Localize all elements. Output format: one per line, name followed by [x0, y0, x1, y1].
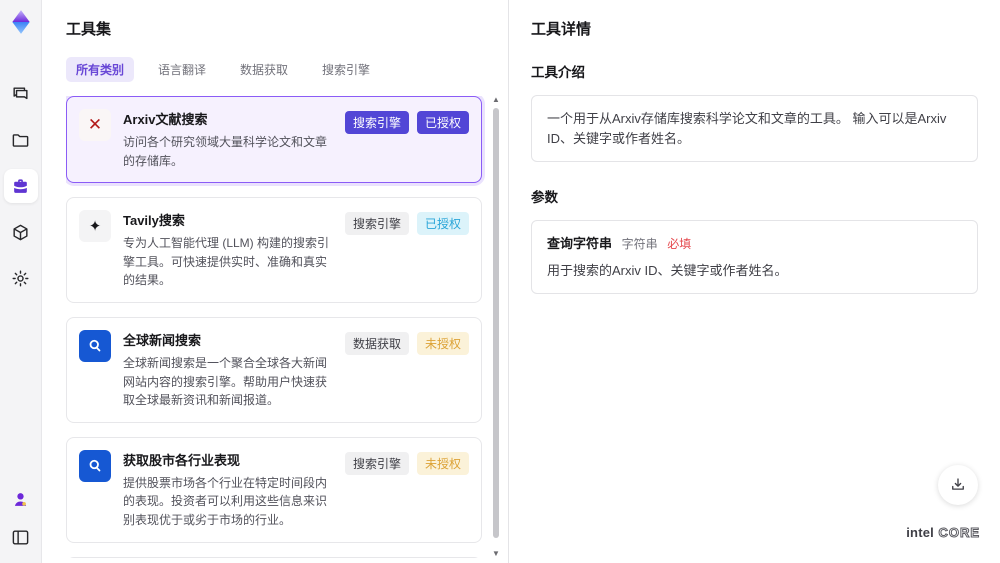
brand-core: CORE — [938, 525, 980, 540]
sidebar-item-settings[interactable] — [4, 261, 38, 295]
tool-card-tavily[interactable]: ✦ Tavily搜索 专为人工智能代理 (LLM) 构建的搜索引擎工具。可快速提… — [66, 197, 482, 303]
tab-all-categories[interactable]: 所有类别 — [66, 57, 135, 82]
sidebar-item-files[interactable] — [4, 123, 38, 157]
sidebar-item-tools[interactable] — [3, 169, 38, 203]
sidebar-item-chat[interactable] — [4, 77, 38, 111]
download-button[interactable] — [938, 465, 978, 505]
category-badge: 搜索引擎 — [344, 451, 409, 475]
tool-description: 专为人工智能代理 (LLM) 构建的搜索引擎工具。可快速提供实时、准确和真实的结… — [123, 236, 330, 288]
category-badge: 搜索引擎 — [344, 212, 409, 236]
tool-description: 全球新闻搜索是一个聚合全球各大新闻网站内容的搜索引擎。帮助用户快速获取全球最新资… — [123, 355, 328, 408]
tab-search-engine[interactable]: 搜索引擎 — [312, 57, 380, 82]
toolbox-icon — [14, 178, 27, 193]
intro-heading: 工具介绍 — [531, 65, 585, 80]
app-logo-icon — [11, 10, 30, 34]
intro-box: 一个用于从Arxiv存储库搜索科学论文和文章的工具。 输入可以是Arxiv ID… — [531, 95, 978, 162]
tool-card-active-stocks[interactable]: 获取市场最活跃股票信息 提供当天交易量最高的股票列表，投资者可以利用这些信息来识… — [66, 556, 482, 558]
news-search-icon — [79, 329, 111, 362]
tool-name: Arxiv文献搜索 — [123, 112, 208, 127]
user-avatar[interactable] — [4, 482, 38, 516]
tool-detail-panel: 工具详情 工具介绍 一个用于从Arxiv存储库搜索科学论文和文章的工具。 输入可… — [508, 0, 1000, 563]
tab-data-fetch[interactable]: 数据获取 — [230, 57, 298, 82]
tool-name: 获取股市各行业表现 — [123, 452, 241, 468]
panel-toggle-icon — [12, 529, 29, 545]
page-title: 工具集 — [66, 21, 112, 38]
tool-name: 全球新闻搜索 — [123, 332, 202, 348]
gear-icon — [12, 270, 29, 286]
brand-intel: intel — [906, 525, 934, 540]
folder-icon — [12, 133, 29, 147]
download-icon — [952, 478, 964, 490]
tool-list-panel: 工具集 所有类别 语言翻译 数据获取 搜索引擎 ✕ Arxiv文献搜索 访问各个… — [42, 0, 508, 563]
scroll-down-icon[interactable]: ▼ — [492, 550, 500, 558]
param-box: 查询字符串 字符串 必填 用于搜索的Arxiv ID、关键字或作者姓名。 — [531, 220, 978, 294]
tool-list: ✕ Arxiv文献搜索 访问各个研究领域大量科学论文和文章的存储库。 搜索引擎 … — [66, 96, 508, 558]
param-name: 查询字符串 — [547, 236, 613, 251]
tool-card-sector-performance[interactable]: 获取股市各行业表现 提供股票市场各个行业在特定时间段内的表现。投资者可以利用这些… — [66, 436, 482, 543]
tool-description: 访问各个研究领域大量科学论文和文章的存储库。 — [123, 135, 328, 168]
auth-status-badge: 已授权 — [416, 212, 469, 236]
arxiv-x-icon: ✕ — [79, 109, 111, 141]
param-required-flag: 必填 — [667, 237, 692, 251]
tab-language-translation[interactable]: 语言翻译 — [148, 57, 216, 82]
tool-card-global-news[interactable]: 全球新闻搜索 全球新闻搜索是一个聚合全球各大新闻网站内容的搜索引擎。帮助用户快速… — [66, 316, 482, 423]
auth-status-badge: 未授权 — [416, 331, 469, 355]
category-badge: 数据获取 — [344, 331, 409, 355]
category-tabs: 所有类别 语言翻译 数据获取 搜索引擎 — [66, 57, 508, 82]
tool-card-arxiv[interactable]: ✕ Arxiv文献搜索 访问各个研究领域大量科学论文和文章的存储库。 搜索引擎 … — [66, 96, 482, 184]
tavily-star-icon: ✦ — [79, 210, 111, 243]
scrollbar-thumb[interactable] — [493, 108, 499, 538]
app-window: 工具集 所有类别 语言翻译 数据获取 搜索引擎 ✕ Arxiv文献搜索 访问各个… — [0, 0, 1000, 563]
chat-icon — [13, 86, 28, 99]
params-heading: 参数 — [531, 190, 558, 205]
cube-icon — [13, 224, 28, 240]
news-search-icon — [79, 449, 111, 482]
param-type: 字符串 — [621, 237, 658, 251]
detail-title: 工具详情 — [531, 21, 592, 38]
intel-core-logo: intel CORE — [906, 525, 980, 541]
avatar — [14, 492, 27, 506]
tool-name: Tavily搜索 — [123, 213, 185, 229]
left-sidebar — [0, 0, 42, 563]
sidebar-item-models[interactable] — [4, 215, 38, 249]
auth-status-badge: 已授权 — [416, 111, 469, 134]
collapse-sidebar-button[interactable] — [4, 520, 38, 554]
category-badge: 搜索引擎 — [344, 111, 409, 134]
scrollbar[interactable]: ▲ ▼ — [492, 96, 500, 558]
scroll-up-icon[interactable]: ▲ — [492, 96, 500, 104]
param-description: 用于搜索的Arxiv ID、关键字或作者姓名。 — [547, 262, 788, 278]
auth-status-badge: 未授权 — [416, 451, 469, 475]
tool-description: 提供股票市场各个行业在特定时间段内的表现。投资者可以利用这些信息来识别表现优于或… — [123, 475, 328, 527]
